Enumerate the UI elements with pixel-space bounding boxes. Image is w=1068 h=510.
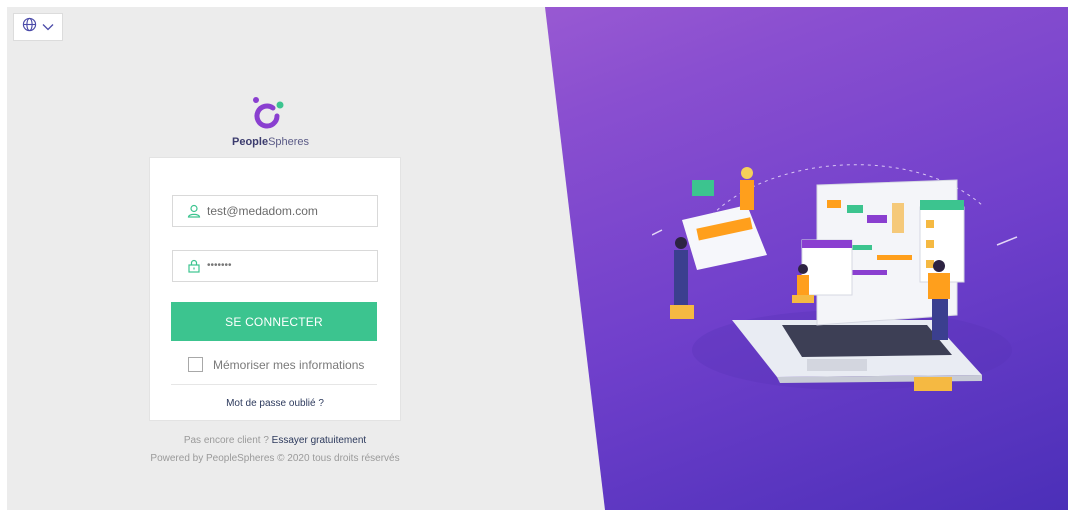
- brand-logo: PeopleSpheres: [232, 96, 310, 148]
- hero-illustration: [652, 164, 1018, 391]
- brand-name: PeopleSpheres: [232, 136, 310, 148]
- powered-by-text: Powered by PeopleSpheres © 2020 tous dro…: [150, 453, 400, 464]
- language-selector[interactable]: [13, 13, 63, 41]
- remember-me[interactable]: Mémoriser mes informations: [188, 357, 364, 372]
- user-icon: [187, 204, 201, 218]
- email-field[interactable]: test@medadom.com: [172, 195, 378, 227]
- chevron-down-icon: [42, 18, 54, 36]
- login-button[interactable]: SE CONNECTER: [171, 302, 377, 341]
- not-client-text: Pas encore client ?: [183, 435, 269, 446]
- lock-icon: [187, 259, 201, 273]
- login-card: test@medadom.com ••••••• SE CONNECTER Mé…: [149, 157, 401, 421]
- remember-label: Mémoriser mes informations: [213, 357, 365, 372]
- page-frame: PeopleSpheres test@medadom.com ••••••• S…: [7, 7, 1068, 510]
- globe-icon: [22, 17, 37, 37]
- brand-mark-icon: [253, 97, 284, 129]
- password-field[interactable]: •••••••: [172, 250, 378, 282]
- divider: [171, 384, 377, 385]
- remember-checkbox[interactable]: [188, 357, 203, 372]
- password-value: •••••••: [207, 259, 232, 271]
- forgot-password-link[interactable]: Mot de passe oublié ?: [150, 398, 400, 409]
- signup-prompt: Pas encore client ? Essayer gratuitement: [137, 435, 413, 446]
- free-trial-link[interactable]: Essayer gratuitement: [272, 435, 367, 446]
- email-value: test@medadom.com: [207, 204, 318, 218]
